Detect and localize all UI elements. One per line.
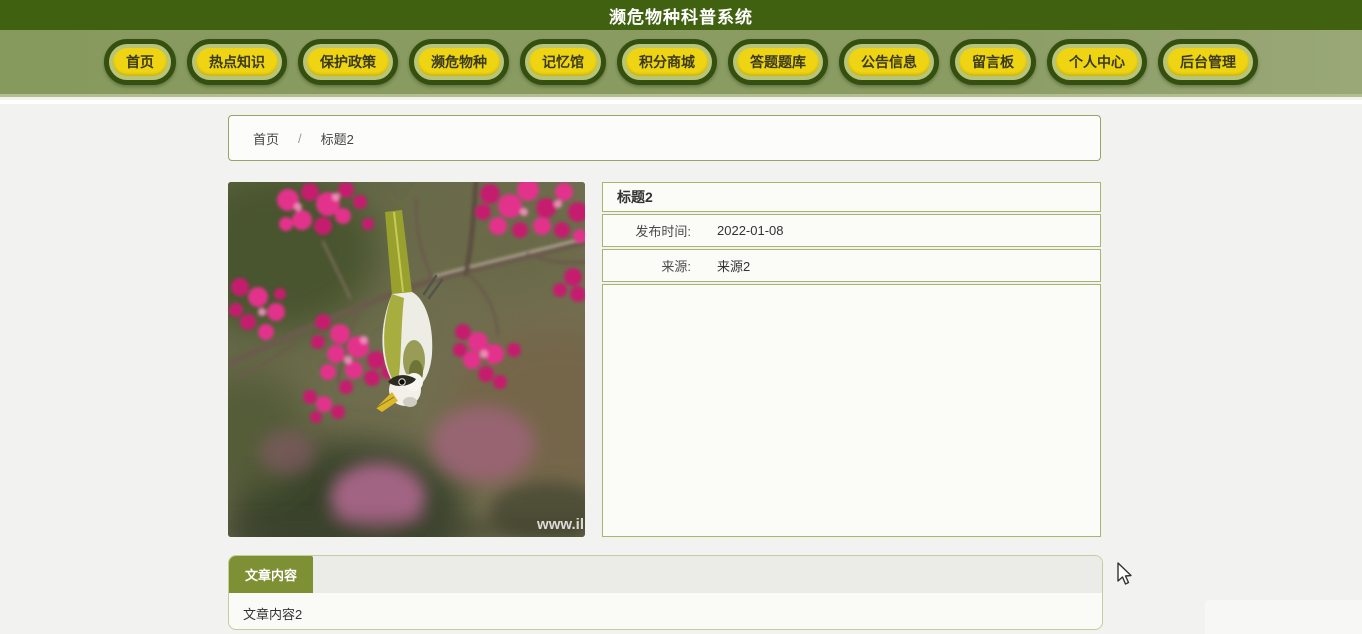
nav-item-hot-knowledge[interactable]: 热点知识 [187,39,287,85]
site-title: 濒危物种科普系统 [609,7,753,27]
content-tab-bar: 文章内容 [229,556,1102,593]
source-value: 来源2 [717,259,751,274]
nav-item-label: 答题题库 [737,48,819,76]
breadcrumb-separator: / [298,130,302,146]
nav-item-label: 后台管理 [1167,48,1249,76]
nav-item-memory-hall[interactable]: 记忆馆 [520,39,606,85]
nav-item-label: 公告信息 [848,48,930,76]
nav-item-label: 积分商城 [626,48,708,76]
nav-item-message-board[interactable]: 留言板 [950,39,1036,85]
article-content-section: 文章内容 文章内容2 [228,555,1103,630]
source-label: 来源: [661,259,691,274]
article-image: www.il [228,182,585,537]
bird-blossom-illustration: www.il [228,182,585,537]
source-row: 来源: 来源2 [602,249,1101,282]
header: 濒危物种科普系统 [0,0,1362,30]
publish-date-row: 发布时间: 2022-01-08 [602,214,1101,247]
article-content-body: 文章内容2 [243,607,303,622]
nav-item-label: 保护政策 [307,48,389,76]
nav-item-label: 首页 [113,48,167,76]
app-window: 濒危物种科普系统 首页 热点知识 保护政策 濒危物种 记忆馆 积分商城 答题题库… [0,0,1362,634]
hover-url-preview [1205,600,1362,634]
nav-item-label: 留言板 [959,48,1027,76]
nav-item-label: 濒危物种 [418,48,500,76]
image-watermark: www.il [536,516,584,533]
publish-date-value: 2022-01-08 [717,223,784,238]
nav-item-label: 热点知识 [196,48,278,76]
info-panel-spacer [602,284,1101,537]
publish-date-label: 发布时间: [635,224,691,239]
tab-article-content[interactable]: 文章内容 [229,556,313,593]
article-info-panel: 标题2 发布时间: 2022-01-08 来源: 来源2 [602,182,1101,537]
article-title-row: 标题2 [602,182,1101,212]
nav-item-home[interactable]: 首页 [104,39,176,85]
nav-item-admin[interactable]: 后台管理 [1158,39,1258,85]
nav-item-protection-policy[interactable]: 保护政策 [298,39,398,85]
nav-item-personal-center[interactable]: 个人中心 [1047,39,1147,85]
breadcrumb-current: 标题2 [320,131,354,147]
nav-item-label: 个人中心 [1056,48,1138,76]
nav-item-quiz-bank[interactable]: 答题题库 [728,39,828,85]
nav-item-endangered-species[interactable]: 濒危物种 [409,39,509,85]
breadcrumb: 首页 / 标题2 [228,115,1101,161]
article-title: 标题2 [617,189,653,205]
main-nav: 首页 热点知识 保护政策 濒危物种 记忆馆 积分商城 答题题库 公告信息 留言板… [0,30,1362,97]
nav-item-announcements[interactable]: 公告信息 [839,39,939,85]
breadcrumb-home-link[interactable]: 首页 [253,129,279,148]
nav-item-points-mall[interactable]: 积分商城 [617,39,717,85]
nav-item-label: 记忆馆 [529,48,597,76]
